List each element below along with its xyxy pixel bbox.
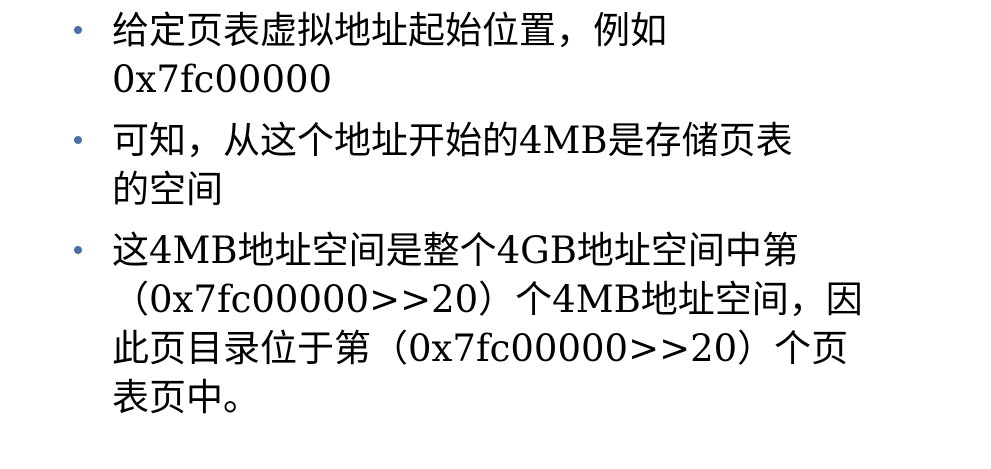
bullet-2-line-1: 可知，从这个地址开始的4MB是存储页表 xyxy=(112,119,793,162)
bullet-3-line-3: 此页目录位于第（0x7fc00000>>20）个页 xyxy=(112,327,849,370)
bullet-item-1: 给定页表虚拟地址起始位置，例如 0x7fc00000 xyxy=(72,6,932,104)
bullet-item-3: 这4MB地址空间是整个4GB地址空间中第 （0x7fc00000>>20）个4M… xyxy=(72,226,932,422)
slide: 给定页表虚拟地址起始位置，例如 0x7fc00000 可知，从这个地址开始的4M… xyxy=(0,0,991,469)
bullet-dot-icon xyxy=(74,246,82,254)
bullet-3-line-1: 这4MB地址空间是整个4GB地址空间中第 xyxy=(112,229,799,272)
bullet-item-2: 可知，从这个地址开始的4MB是存储页表 的空间 xyxy=(72,116,932,214)
bullet-3-line-4: 表页中。 xyxy=(112,376,260,419)
bullet-dot-icon xyxy=(74,26,82,34)
bullet-list: 给定页表虚拟地址起始位置，例如 0x7fc00000 可知，从这个地址开始的4M… xyxy=(72,6,932,434)
bullet-1-line-2: 0x7fc00000 xyxy=(112,58,333,101)
bullet-dot-icon xyxy=(74,136,82,144)
bullet-3-line-2: （0x7fc00000>>20）个4MB地址空间，因 xyxy=(112,278,863,321)
bullet-2-line-2: 的空间 xyxy=(112,168,223,211)
bullet-1-line-1: 给定页表虚拟地址起始位置，例如 xyxy=(112,9,667,52)
